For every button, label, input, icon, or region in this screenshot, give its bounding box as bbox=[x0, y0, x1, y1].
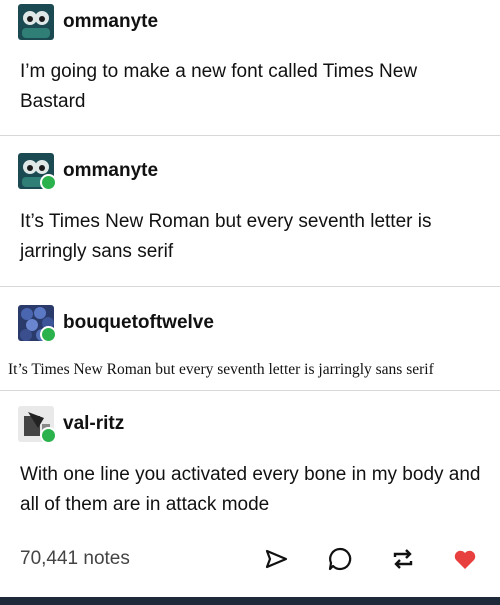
share-icon[interactable] bbox=[262, 545, 290, 573]
post-header: ommanyte bbox=[18, 4, 488, 44]
reblog-badge-icon bbox=[40, 174, 57, 191]
divider bbox=[0, 390, 500, 391]
username[interactable]: bouquetoftwelve bbox=[63, 312, 214, 334]
reblog-badge-icon bbox=[40, 326, 57, 343]
post-header: val-ritz bbox=[18, 406, 488, 446]
username[interactable]: val-ritz bbox=[63, 413, 124, 435]
reblog-icon[interactable] bbox=[389, 545, 417, 573]
post-text: With one line you activated every bone i… bbox=[20, 464, 481, 515]
notes-count[interactable]: 70,441 notes bbox=[20, 548, 130, 570]
username[interactable]: ommanyte bbox=[63, 11, 158, 33]
divider bbox=[0, 135, 500, 136]
post-text: It’s Times New Roman but every seventh l… bbox=[20, 211, 432, 262]
post-text: It’s Times New Roman but every seventh l… bbox=[8, 361, 434, 378]
post-text: I’m going to make a new font called Time… bbox=[20, 61, 418, 112]
post-header: bouquetoftwelve bbox=[18, 305, 488, 345]
avatar[interactable] bbox=[18, 4, 54, 40]
reblog-badge-icon bbox=[40, 427, 57, 444]
reply-icon[interactable] bbox=[326, 545, 354, 573]
bottom-bar bbox=[0, 597, 500, 605]
like-heart-icon[interactable] bbox=[451, 545, 479, 573]
post-header: ommanyte bbox=[18, 153, 488, 193]
username[interactable]: ommanyte bbox=[63, 160, 158, 182]
divider bbox=[0, 286, 500, 287]
